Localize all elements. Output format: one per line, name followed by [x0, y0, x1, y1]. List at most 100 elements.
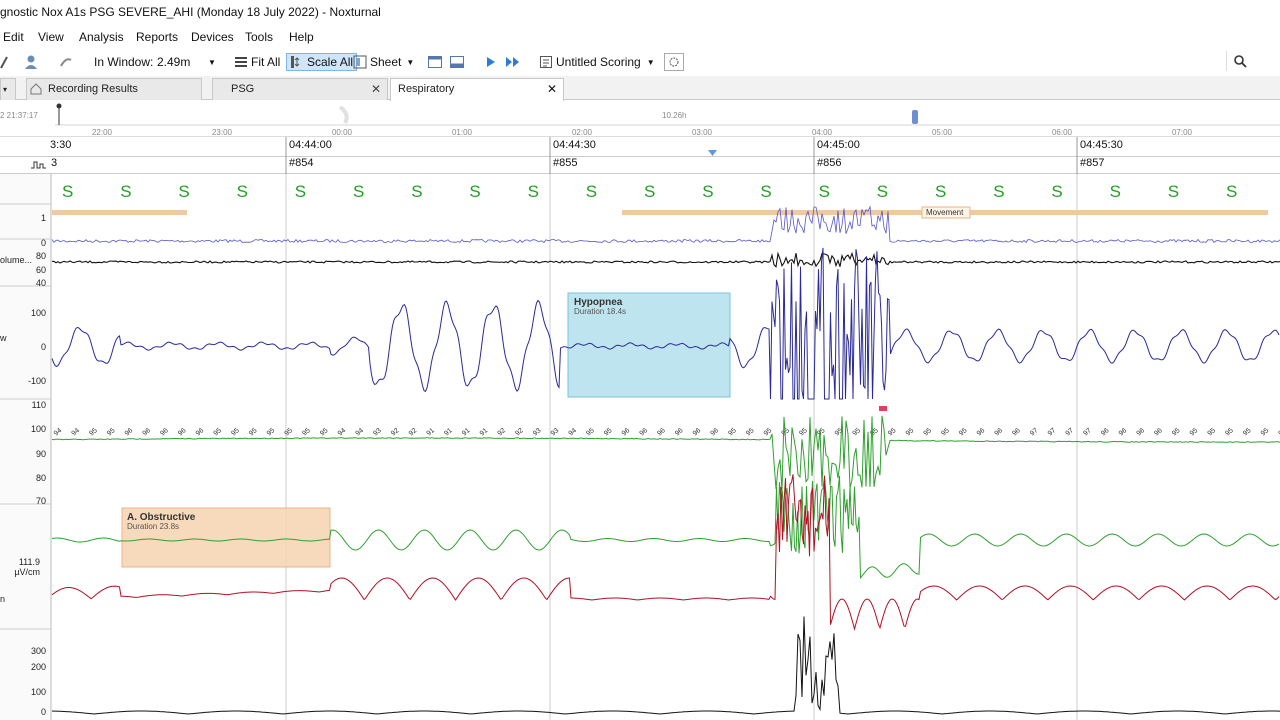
axis-label: 0 [41, 342, 46, 352]
spo2-value-label: 95 [1242, 427, 1253, 437]
spo2-value-label: 92 [408, 427, 419, 437]
tab-overflow[interactable]: ▾ [0, 78, 16, 100]
fit-all-button[interactable]: Fit All [234, 53, 280, 71]
pencil-icon[interactable] [0, 53, 8, 71]
movement-event-bar[interactable] [52, 210, 187, 215]
sleep-stage-label[interactable]: S [1110, 182, 1121, 201]
hypopnea-event[interactable]: Hypopnea Duration 18.4s [567, 292, 731, 398]
sleep-stage-label[interactable]: S [295, 182, 306, 201]
in-window-label: In Window: [94, 55, 154, 69]
sleep-stage-label[interactable]: S [586, 182, 597, 201]
fit-all-icon [235, 57, 247, 67]
sleep-stage-label[interactable]: S [935, 182, 946, 201]
spo2-value-label: 93 [532, 427, 543, 437]
spo2-value-label: 96 [710, 427, 721, 437]
sleep-stage-label[interactable]: S [411, 182, 422, 201]
sleep-stage-label[interactable]: S [120, 182, 131, 201]
sleep-stage-label[interactable]: S [1168, 182, 1179, 201]
menu-tools[interactable]: Tools [245, 30, 273, 44]
spo2-value-label: 93 [372, 427, 383, 437]
spo2-trace [51, 415, 1280, 491]
layout-split-icon[interactable] [450, 53, 464, 71]
spo2-value-label: 95 [248, 427, 259, 437]
desaturation-marker[interactable] [879, 406, 887, 411]
spo2-value-label: 95 [905, 427, 916, 437]
window-titlebar: gnostic Nox A1s PSG SEVERE_AHI (Monday 1… [0, 0, 1280, 24]
axis-label: 90 [36, 449, 46, 459]
menu-edit[interactable]: Edit [3, 30, 24, 44]
spo2-value-label: 96 [674, 427, 685, 437]
spo2-value-label: 95 [266, 427, 277, 437]
spo2-value-label: 96 [621, 427, 632, 437]
spo2-value-label: 97 [1082, 427, 1093, 437]
sleep-stage-label[interactable]: S [993, 182, 1004, 201]
sleep-stage-label[interactable]: S [877, 182, 888, 201]
marker-icon[interactable] [58, 53, 74, 71]
menu-analysis[interactable]: Analysis [79, 30, 124, 44]
spo2-value-label: 96 [142, 427, 153, 437]
overview-position-marker[interactable] [912, 110, 918, 124]
event-tool-icon[interactable] [664, 53, 684, 71]
sleep-stage-label[interactable]: S [62, 182, 73, 201]
time-ruler[interactable]: 3:30 04:44:00 04:44:30 04:45:00 04:45:30 [0, 137, 1280, 157]
signal-view[interactable]: Hypopnea Duration 18.4s A. Obstructive D… [0, 174, 1280, 720]
overview-hour: 05:00 [931, 128, 953, 137]
sleep-stage-label[interactable]: S [1226, 182, 1237, 201]
axis-label: 100 [31, 687, 46, 697]
fast-forward-icon[interactable] [505, 53, 521, 71]
scale-all-icon [291, 56, 300, 68]
menu-devices[interactable]: Devices [191, 30, 234, 44]
menu-reports[interactable]: Reports [136, 30, 178, 44]
obstructive-apnea-event[interactable]: A. Obstructive Duration 23.8s [121, 507, 331, 568]
tab-respiratory[interactable]: Respiratory ✕ [390, 78, 564, 101]
spo2-value-label: 96 [195, 427, 206, 437]
sleep-stage-label[interactable]: S [760, 182, 771, 201]
spo2-value-label: 96 [1136, 427, 1147, 437]
sleep-stage-label[interactable]: S [353, 182, 364, 201]
tab-recording-results[interactable]: Recording Results [26, 78, 202, 100]
layout-single-icon[interactable] [428, 53, 442, 71]
chevron-down-icon: ▾ [3, 85, 8, 94]
axis-label: -100 [28, 376, 46, 386]
close-icon[interactable]: ✕ [371, 79, 381, 99]
menu-help[interactable]: Help [289, 30, 314, 44]
scale-all-button[interactable]: Scale All [286, 53, 358, 71]
menu-view[interactable]: View [38, 30, 64, 44]
volume-trace [51, 251, 1280, 268]
signal-canvas[interactable]: Hypopnea Duration 18.4s A. Obstructive D… [0, 174, 1280, 720]
sleep-stage-label[interactable]: S [237, 182, 248, 201]
bottom-channel-trace [51, 616, 1280, 715]
spo2-value-label: 92 [390, 427, 401, 437]
chevron-down-icon[interactable]: ▼ [208, 53, 216, 71]
spo2-value-label: 97 [1047, 427, 1058, 437]
scoring-icon [540, 56, 552, 68]
tab-psg[interactable]: PSG ✕ [212, 78, 388, 100]
window-title: gnostic Nox A1s PSG SEVERE_AHI (Monday 1… [0, 5, 381, 19]
sheet-button[interactable]: Sheet ▼ [353, 53, 414, 71]
play-icon[interactable] [486, 53, 496, 71]
spo2-value-label: 95 [301, 427, 312, 437]
search-box[interactable] [1226, 51, 1280, 71]
axis-label: 0 [41, 707, 46, 717]
overview-hour: 01:00 [451, 128, 473, 137]
spo2-value-label: 97 [1029, 427, 1040, 437]
sleep-stage-label[interactable]: S [644, 182, 655, 201]
sleep-stage-label[interactable]: S [1051, 182, 1062, 201]
sleep-stage-label[interactable]: S [819, 182, 830, 201]
recording-overview[interactable]: 2 21:37:17 22:00 23:00 00:00 01:00 02:00… [0, 101, 1280, 137]
close-icon[interactable]: ✕ [547, 79, 557, 99]
spo2-value-label: 92 [497, 427, 508, 437]
user-icon[interactable] [23, 53, 39, 71]
in-window-value[interactable]: 2.49m [157, 53, 190, 71]
spo2-value-label: 91 [461, 427, 472, 437]
sleep-stage-label[interactable]: S [528, 182, 539, 201]
axis-label: 300 [31, 646, 46, 656]
axis-label: 80 [36, 473, 46, 483]
sleep-stage-label[interactable]: S [178, 182, 189, 201]
spo2-value-label: 95 [1207, 427, 1218, 437]
scoring-dropdown[interactable]: Untitled Scoring ▼ [539, 53, 655, 71]
overview-hour: 23:00 [211, 128, 233, 137]
sleep-stage-label[interactable]: S [702, 182, 713, 201]
sleep-stage-label[interactable]: S [469, 182, 480, 201]
playhead-marker[interactable] [708, 150, 717, 156]
